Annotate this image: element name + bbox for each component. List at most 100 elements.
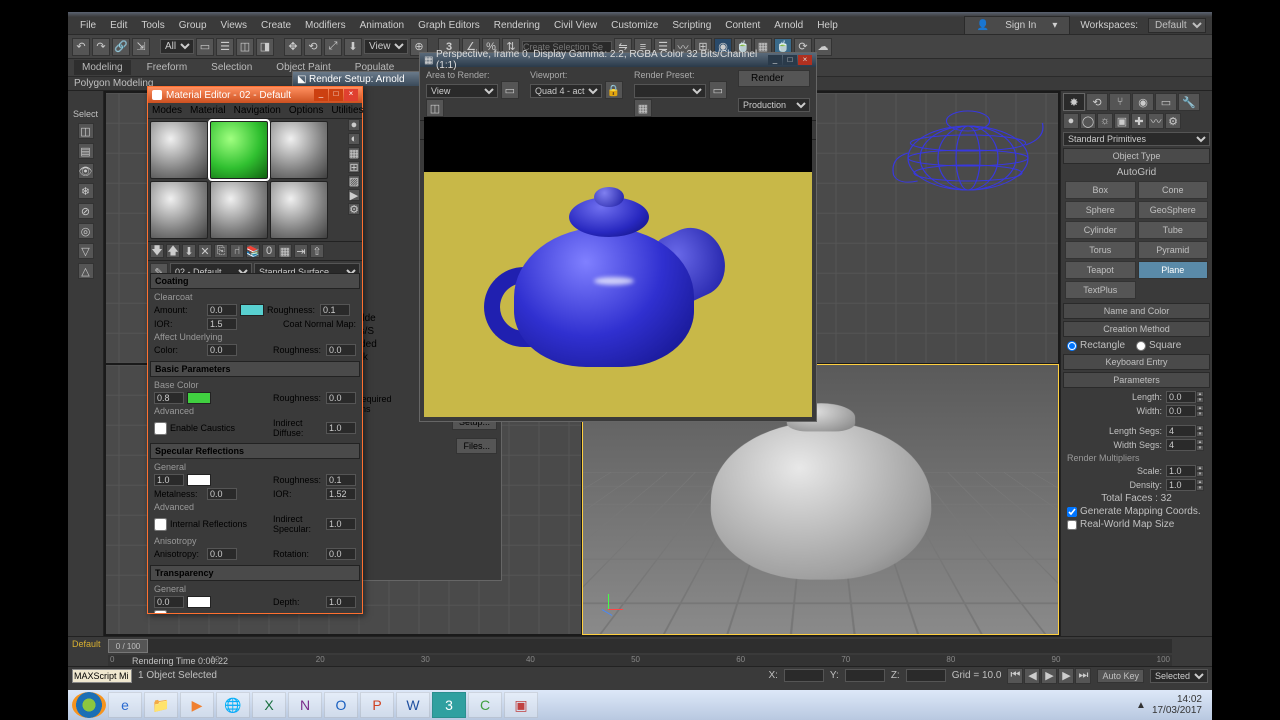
system-tray[interactable]: ▲ 14:0217/03/2017	[1130, 694, 1208, 716]
minimize-icon[interactable]: _	[314, 89, 328, 101]
depth-input[interactable]	[326, 596, 356, 608]
undo-icon[interactable]: ↶	[72, 38, 90, 56]
caustics-check[interactable]	[154, 422, 167, 435]
rollout-parameters[interactable]: Parameters	[1063, 372, 1210, 388]
move-icon[interactable]: ✥	[284, 38, 302, 56]
menu-scripting[interactable]: Scripting	[666, 18, 717, 33]
signin-button[interactable]: 👤Sign In▾	[964, 16, 1071, 35]
coat-amount-input[interactable]	[207, 304, 237, 316]
window-crossing-icon[interactable]: ◨	[256, 38, 274, 56]
spec-rough-input[interactable]	[326, 474, 356, 486]
taskbar-app1-icon[interactable]: C	[468, 692, 502, 718]
tray-flag-icon[interactable]: ▲	[1136, 700, 1146, 711]
menu-group[interactable]: Group	[173, 18, 213, 33]
close-icon[interactable]: ×	[344, 89, 358, 101]
render-button[interactable]: Render	[738, 70, 810, 87]
menu-civilview[interactable]: Civil View	[548, 18, 603, 33]
make-preview-icon[interactable]: ▶	[348, 189, 360, 201]
lock-icon[interactable]: 🔒	[605, 81, 623, 99]
lights-cat-icon[interactable]: ☼	[1097, 113, 1113, 129]
realworld-check[interactable]	[1067, 520, 1077, 530]
square-radio[interactable]	[1136, 341, 1146, 351]
prim-sphere[interactable]: Sphere	[1065, 201, 1136, 219]
prim-plane[interactable]: Plane	[1138, 261, 1209, 279]
viewport-select[interactable]: Quad 4 - active	[530, 84, 602, 98]
material-slot-1[interactable]	[210, 121, 268, 179]
prim-torus[interactable]: Torus	[1065, 241, 1136, 259]
hide-icon[interactable]: ⊘	[78, 203, 94, 219]
sample-uv-icon[interactable]: ⊞	[348, 161, 360, 173]
scene-explorer-icon[interactable]: ◫	[78, 123, 94, 139]
taskbar-app2-icon[interactable]: ▣	[504, 692, 538, 718]
indirect-diffuse-input[interactable]	[326, 422, 356, 434]
options-icon[interactable]: ⚙	[348, 203, 360, 215]
get-material-icon[interactable]: 🡇	[150, 244, 164, 258]
rollout-coating[interactable]: Coating	[150, 273, 360, 289]
prim-tube[interactable]: Tube	[1138, 221, 1209, 239]
trans-color-swatch[interactable]	[187, 596, 211, 608]
play-icon[interactable]: ▶	[1041, 668, 1057, 684]
me-menu-utilities[interactable]: Utilities	[331, 105, 363, 116]
utilities-tab-icon[interactable]: 🔧	[1178, 93, 1200, 111]
goto-start-icon[interactable]: ⏮	[1007, 668, 1023, 684]
prim-teapot[interactable]: Teapot	[1065, 261, 1136, 279]
coat-rough2-input[interactable]	[326, 344, 356, 356]
rollout-specular[interactable]: Specular Reflections	[150, 443, 360, 459]
menu-edit[interactable]: Edit	[104, 18, 133, 33]
me-menu-options[interactable]: Options	[289, 105, 323, 116]
taskbar-onenote-icon[interactable]: N	[288, 692, 322, 718]
video-color-icon[interactable]: ▨	[348, 175, 360, 187]
rotate-icon[interactable]: ⟲	[304, 38, 322, 56]
rollout-basic[interactable]: Basic Parameters	[150, 361, 360, 377]
me-menu-material[interactable]: Material	[190, 105, 226, 116]
density-input[interactable]	[1166, 479, 1196, 491]
maxscript-input[interactable]	[72, 669, 132, 683]
select-icon[interactable]: ▭	[196, 38, 214, 56]
matid-icon[interactable]: 0	[262, 244, 276, 258]
reset-icon[interactable]: ✕	[198, 244, 212, 258]
menu-rendering[interactable]: Rendering	[488, 18, 546, 33]
make-unique-icon[interactable]: ⑁	[230, 244, 244, 258]
show-end-icon[interactable]: ⇥	[294, 244, 308, 258]
sample-type-icon[interactable]: ●	[348, 119, 360, 131]
menu-tools[interactable]: Tools	[135, 18, 170, 33]
menu-modifiers[interactable]: Modifiers	[299, 18, 352, 33]
menu-arnold[interactable]: Arnold	[768, 18, 809, 33]
material-slot-5[interactable]	[270, 181, 328, 239]
freeze-icon[interactable]: ❄	[78, 183, 94, 199]
shapes-icon[interactable]: ◯	[1080, 113, 1096, 129]
assign-icon[interactable]: ⬇	[182, 244, 196, 258]
maximize-icon[interactable]: □	[329, 89, 343, 101]
coat-rough-input[interactable]	[320, 304, 350, 316]
intrefl-check[interactable]	[154, 518, 167, 531]
autogrid-check[interactable]: AutoGrid	[1067, 167, 1206, 178]
scale-icon[interactable]: ⤢	[324, 38, 342, 56]
indirect-spec-input[interactable]	[326, 518, 356, 530]
create-tab-icon[interactable]: ✸	[1063, 93, 1085, 111]
preset-select[interactable]	[634, 84, 706, 98]
area-edit-icon[interactable]: ▭	[501, 81, 519, 99]
layer-icon[interactable]: ▤	[78, 143, 94, 159]
menu-create[interactable]: Create	[255, 18, 297, 33]
backlight-icon[interactable]: ◐	[348, 133, 360, 145]
width-input[interactable]	[1166, 405, 1196, 417]
taskbar-3dsmax-icon[interactable]: 3	[432, 692, 466, 718]
wseg-input[interactable]	[1166, 439, 1196, 451]
taskbar-excel-icon[interactable]: X	[252, 692, 286, 718]
ribbon-tab-selection[interactable]: Selection	[203, 60, 260, 75]
goto-end-icon[interactable]: ⏭	[1075, 668, 1091, 684]
motion-tab-icon[interactable]: ◉	[1132, 93, 1154, 111]
spacewarps-icon[interactable]: 〰	[1148, 113, 1164, 129]
z-input[interactable]	[906, 669, 946, 682]
rollout-namecolor[interactable]: Name and Color	[1063, 303, 1210, 319]
rw-close-icon[interactable]: ×	[798, 55, 812, 65]
menu-customize[interactable]: Customize	[605, 18, 664, 33]
coat-color-swatch[interactable]	[240, 304, 264, 316]
start-button-icon[interactable]	[72, 692, 106, 718]
autokey-button[interactable]: Auto Key	[1097, 669, 1144, 683]
menu-animation[interactable]: Animation	[354, 18, 410, 33]
material-editor-title[interactable]: Material Editor - 02 - Default _□×	[148, 87, 362, 103]
base-rough-input[interactable]	[326, 392, 356, 404]
prim-box[interactable]: Box	[1065, 181, 1136, 199]
taskbar-media-icon[interactable]: ▶	[180, 692, 214, 718]
